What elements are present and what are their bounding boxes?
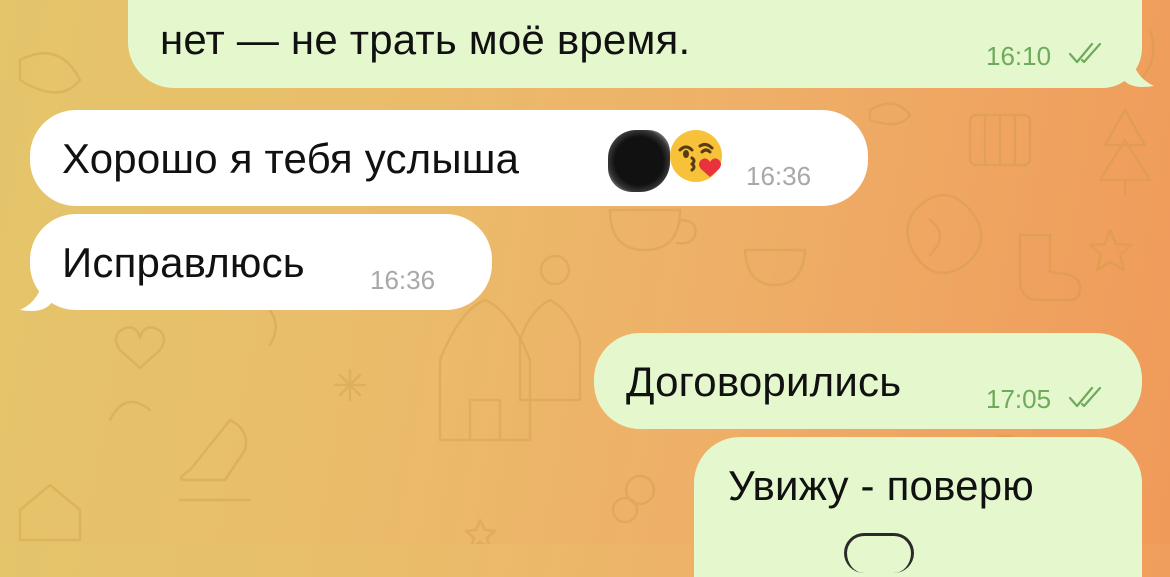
message-time: 16:10 [986,41,1052,71]
message-bubble-incoming[interactable]: Хорошо я тебя услыша 16:36 [30,110,868,206]
double-check-icon [1068,386,1102,408]
reaction-partial [844,533,914,573]
message-bubble-outgoing[interactable]: Увижу - поверю [694,437,1142,577]
message-text: Договорились [626,358,902,405]
message-time: 17:05 [986,384,1052,414]
double-check-icon [1068,42,1102,64]
bubble-tail-outgoing [1122,48,1154,87]
message-text: Исправлюсь [62,239,305,286]
message-bubble-outgoing[interactable]: нет — не трать моё время. 16:10 [128,0,1142,88]
message-text: нет — не трать моё время. [160,16,691,63]
kissing-face-with-heart-emoji [670,130,722,182]
message-time: 16:36 [746,161,812,191]
message-bubble-incoming[interactable]: Исправлюсь 16:36 [30,214,492,310]
message-text: Увижу - поверю [728,462,1034,509]
message-text: Хорошо я тебя услыша [62,135,520,182]
redaction-scribble [608,130,670,192]
message-time: 16:36 [370,265,436,295]
bubble-tail-incoming [20,272,52,311]
message-bubble-outgoing[interactable]: Договорились 17:05 [594,333,1142,429]
